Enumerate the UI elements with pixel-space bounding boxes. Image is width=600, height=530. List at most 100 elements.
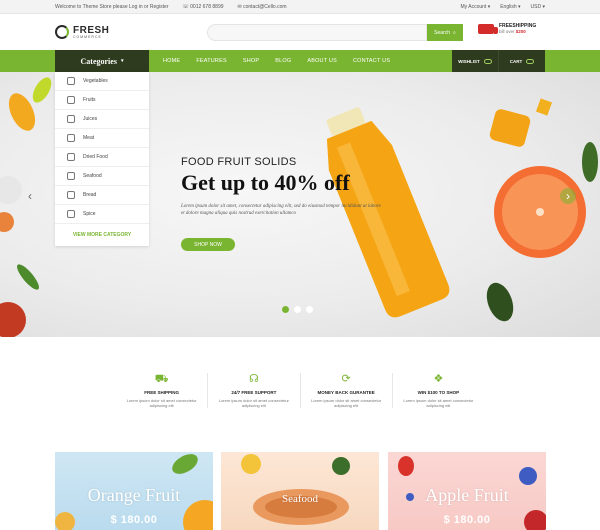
header: FRESH COMMERCE Search ⌕ FREESHIPPING bill… <box>0 14 600 50</box>
category-label: Bread <box>83 192 97 198</box>
feature-desc: Lorem ipsum dolor sit amet consectetur a… <box>403 398 474 408</box>
category-item-bread[interactable]: Bread <box>55 186 149 205</box>
meat-icon <box>67 134 75 142</box>
feature-desc: Lorem ipsum dolor sit amet consectetur a… <box>311 398 382 408</box>
spice-icon <box>67 210 75 218</box>
cart-button[interactable]: CART <box>498 50 545 72</box>
banner-price: $ 180.00 <box>110 514 158 526</box>
mango-shape <box>489 109 531 147</box>
language-label: English <box>500 3 517 10</box>
shipping-amount: $200 <box>515 29 526 34</box>
currency-label: USD <box>530 3 542 10</box>
banner-title: Orange Fruit <box>87 485 181 505</box>
feature-title: WIN $100 TO SHOP <box>417 390 460 395</box>
tomato-shape <box>0 302 26 337</box>
currency-dropdown[interactable]: USD ▾ <box>531 4 545 10</box>
features-row: ⛟ FREE SHIPPING Lorem ipsum dolor sit am… <box>116 373 484 408</box>
banner-title: Apple Fruit <box>425 485 509 505</box>
plate-shape <box>0 176 22 204</box>
email-info: ✉ contact@Cello.com <box>237 3 287 10</box>
category-label: Fruits <box>83 97 96 103</box>
shop-now-button[interactable]: SHOP NOW <box>181 238 235 251</box>
banner-apple-fruit[interactable]: Apple Fruit $ 180.00 <box>388 452 546 530</box>
hero-description: Lorem ipsum dolor sit amet, consectetur … <box>181 204 381 216</box>
cart-icon <box>526 58 535 64</box>
chevron-down-icon: ▾ <box>120 59 124 64</box>
feature-title: MONEY BACK GURANTEE <box>317 390 375 395</box>
nav-contact-us[interactable]: CONTACT US <box>345 58 398 64</box>
banner-seafood[interactable]: Seafood <box>221 452 379 530</box>
category-label: Vegetables <box>83 78 108 84</box>
welcome-text: Welcome to Theme Store please Log in or … <box>55 3 169 10</box>
hero-title: Get up to 40% off <box>181 170 350 195</box>
nav-shop[interactable]: SHOP <box>235 58 267 64</box>
search-icon: ⌕ <box>453 29 456 36</box>
leaf-shape-top <box>582 142 598 182</box>
search-button[interactable]: Search ⌕ <box>427 24 463 41</box>
hero-subtitle: FOOD FRUIT SOLIDS <box>181 156 297 168</box>
search-bar: Search ⌕ <box>207 24 463 41</box>
feature-support: ☊ 24/7 FREE SUPPORT Lorem ipsum dolor si… <box>208 373 301 408</box>
feature-desc: Lorem ipsum dolor sit amet consectetur a… <box>126 398 197 408</box>
lime-shape <box>32 77 52 103</box>
feature-title: FREE SHIPPING <box>144 390 179 395</box>
category-item-dried-food[interactable]: Dried Food <box>55 148 149 167</box>
feature-title: 24/7 FREE SUPPORT <box>231 390 277 395</box>
slider-dot[interactable] <box>294 306 301 313</box>
cart-label: CART <box>509 58 523 64</box>
categories-label: Categories <box>80 56 117 66</box>
nav-features[interactable]: FEATURES <box>188 58 235 64</box>
top-bar: Welcome to Theme Store please Log in or … <box>0 0 600 14</box>
apricot-shape <box>0 212 14 232</box>
logo-name: FRESH <box>73 24 110 36</box>
slider-dot[interactable] <box>282 306 289 313</box>
slider-prev-icon[interactable]: ‹ <box>22 188 38 204</box>
wishlist-label: WISHLIST <box>458 58 480 64</box>
banner-title: Seafood <box>281 493 319 505</box>
seafood-artwork <box>241 454 350 525</box>
fruits-icon <box>67 96 75 104</box>
nav-about-us[interactable]: ABOUT US <box>299 58 345 64</box>
language-dropdown[interactable]: English ▾ <box>500 4 520 10</box>
feature-win: ❖ WIN $100 TO SHOP Lorem ipsum dolor sit… <box>393 373 484 408</box>
email-address[interactable]: contact@Cello.com <box>243 4 286 10</box>
banner-price: $ 180.00 <box>443 514 491 526</box>
money-back-icon: ⟳ <box>341 373 351 385</box>
category-item-juices[interactable]: Juices <box>55 110 149 129</box>
category-label: Juices <box>83 116 98 122</box>
bread-icon <box>67 191 75 199</box>
phone-number: 0012 678 8899 <box>190 3 224 10</box>
banner-orange-fruit[interactable]: Orange Fruit $ 180.00 <box>55 452 213 530</box>
leaf-shape <box>17 264 39 290</box>
juices-icon <box>67 115 75 123</box>
category-item-fruits[interactable]: Fruits <box>55 91 149 110</box>
nav-blog[interactable]: BLOG <box>267 58 299 64</box>
truck-icon: ⛟ <box>154 373 169 385</box>
free-shipping-info: FREESHIPPING bill over $200 <box>478 23 536 34</box>
category-list: Vegetables Fruits Juices Meat Dried Food… <box>55 72 149 246</box>
nav-home[interactable]: HOME <box>155 58 188 64</box>
search-button-label: Search <box>434 29 451 36</box>
account-dropdown[interactable]: My Account ▾ <box>460 4 490 10</box>
category-item-vegetables[interactable]: Vegetables <box>55 72 149 91</box>
vegetables-icon <box>67 77 75 85</box>
dried-food-icon <box>67 153 75 161</box>
feature-desc: Lorem ipsum dolor sit amet consectetur a… <box>218 398 289 408</box>
category-item-seafood[interactable]: Seafood <box>55 167 149 186</box>
search-input[interactable] <box>207 24 427 41</box>
category-label: Seafood <box>83 173 102 179</box>
category-item-meat[interactable]: Meat <box>55 129 149 148</box>
logo-mark-icon <box>55 25 69 39</box>
categories-toggle[interactable]: Categories ▾ <box>55 50 149 72</box>
slider-dot[interactable] <box>306 306 313 313</box>
slider-next-icon[interactable]: › <box>560 188 576 204</box>
view-more-category-link[interactable]: VIEW MORE CATEGORY <box>55 224 149 246</box>
category-item-spice[interactable]: Spice <box>55 205 149 224</box>
headset-icon: ☊ <box>248 373 259 385</box>
phone-info: ☏ 0012 678 8899 <box>182 3 224 10</box>
logo[interactable]: FRESH COMMERCE <box>55 25 180 39</box>
feature-money-back: ⟳ MONEY BACK GURANTEE Lorem ipsum dolor … <box>301 373 393 408</box>
category-label: Dried Food <box>83 154 108 160</box>
shipping-text: bill over <box>499 29 515 34</box>
wishlist-button[interactable]: WISHLIST <box>452 50 498 72</box>
